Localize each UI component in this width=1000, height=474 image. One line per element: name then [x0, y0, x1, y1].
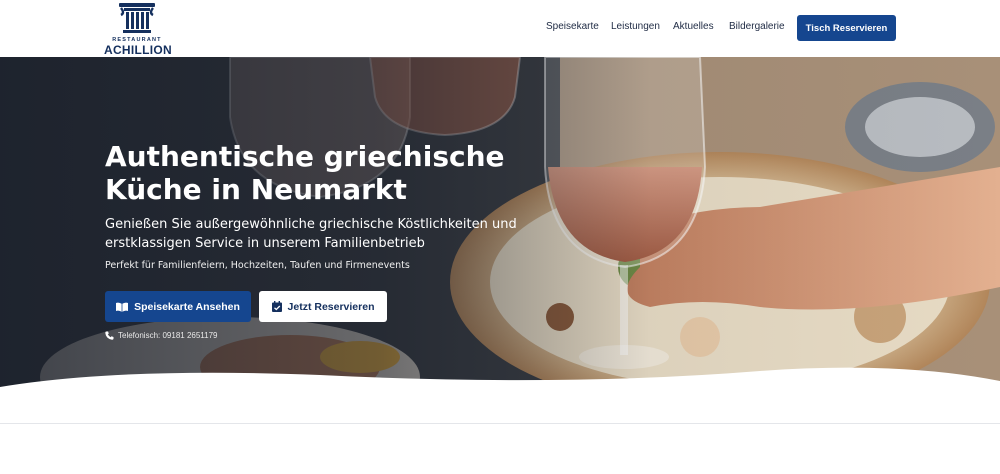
- nav-item-leistungen[interactable]: Leistungen: [611, 21, 660, 35]
- logo-name: ACHILLION: [104, 43, 173, 57]
- section-divider: [0, 423, 1000, 424]
- reserve-now-button[interactable]: Jetzt Reservieren: [259, 291, 387, 322]
- book-open-icon: [116, 302, 129, 312]
- hero-title: Authentische griechische Küche in Neumar…: [105, 140, 505, 206]
- calendar-check-icon: [271, 301, 282, 312]
- site-header: RESTAURANT ACHILLION Speisekarte Leistun…: [0, 0, 1000, 57]
- phone-text: Telefonisch: 09181 2651179: [118, 331, 218, 340]
- reserve-now-label: Jetzt Reservieren: [287, 300, 375, 313]
- phone-info[interactable]: Telefonisch: 09181 2651179: [105, 331, 218, 340]
- hero-wave-divider: [0, 367, 1000, 399]
- hero-subtitle: Genießen Sie außergewöhnliche griechisch…: [105, 217, 517, 251]
- hero-tagline: Perfekt für Familienfeiern, Hochzeiten, …: [105, 260, 410, 271]
- logo[interactable]: RESTAURANT ACHILLION: [104, 2, 173, 57]
- nav-item-aktuelles[interactable]: Aktuelles: [673, 21, 714, 35]
- greek-column-icon: [119, 3, 155, 33]
- view-menu-button[interactable]: Speisekarte Ansehen: [105, 291, 251, 322]
- reserve-table-button[interactable]: Tisch Reservieren: [797, 15, 896, 41]
- nav-item-bildergalerie[interactable]: Bildergalerie: [729, 21, 785, 35]
- phone-icon: [105, 331, 114, 340]
- page: RESTAURANT ACHILLION Speisekarte Leistun…: [0, 0, 1000, 474]
- view-menu-label: Speisekarte Ansehen: [134, 300, 240, 313]
- hero-section: Authentische griechische Küche in Neumar…: [0, 57, 1000, 399]
- nav-item-speisekarte[interactable]: Speisekarte: [546, 21, 599, 35]
